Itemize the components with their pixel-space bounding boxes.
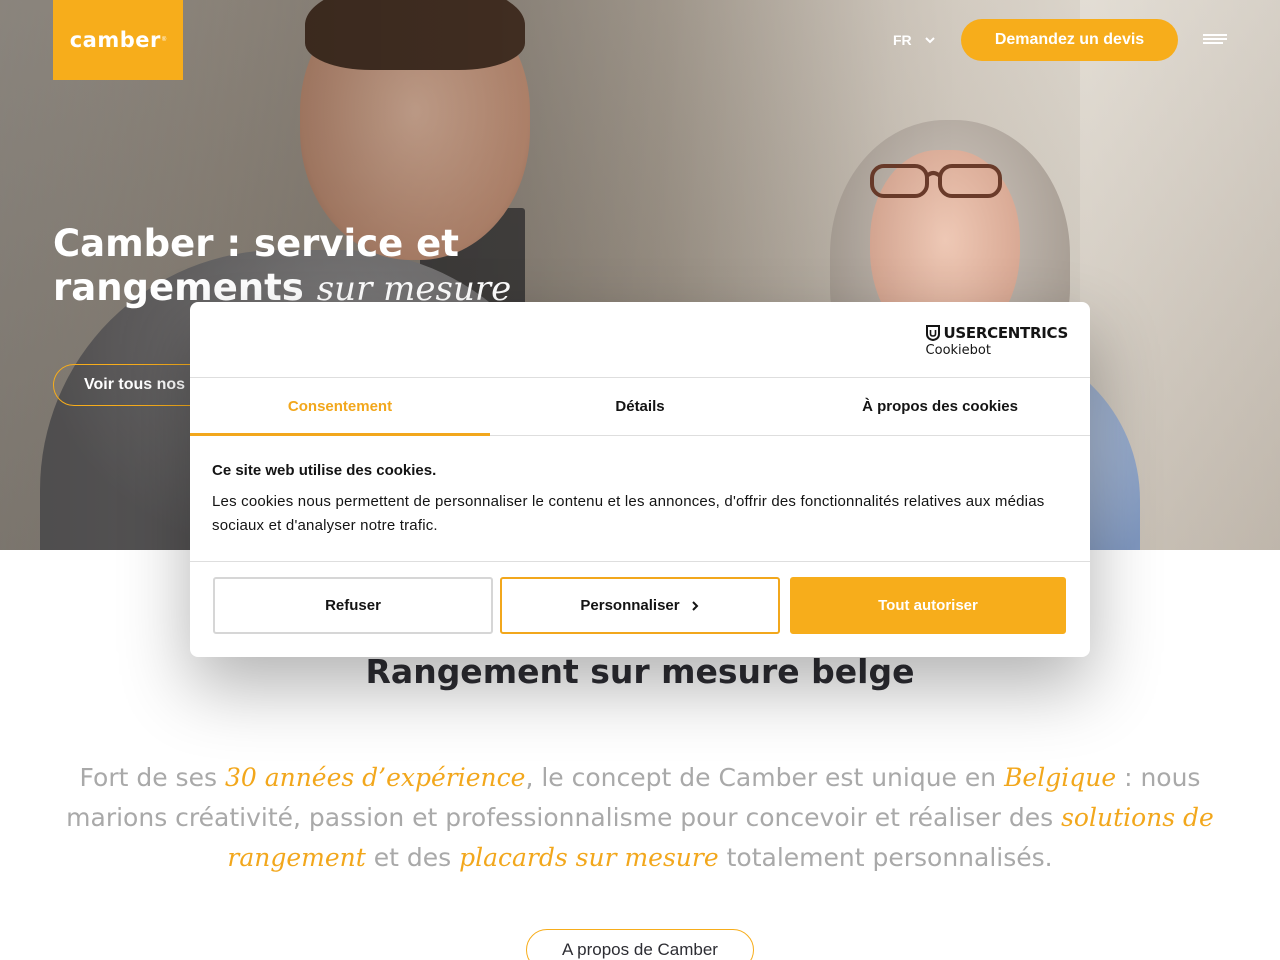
request-quote-button[interactable]: Demandez un devis: [961, 19, 1178, 61]
logo-text: camber: [69, 28, 161, 52]
refuse-cookies-label: Refuser: [325, 597, 381, 614]
intro-highlight: Belgique: [1004, 763, 1117, 792]
chevron-down-icon: [924, 37, 935, 44]
cookie-tabs: Consentement Détails À propos des cookie…: [190, 378, 1090, 436]
usercentrics-logo: USERCENTRICS: [925, 324, 1069, 342]
shield-icon: [925, 325, 940, 341]
language-selector[interactable]: FR: [893, 32, 936, 48]
language-label: FR: [893, 32, 912, 48]
tab-about-cookies[interactable]: À propos des cookies: [790, 378, 1090, 435]
intro-paragraph: Fort de ses 30 années d’expérience, le c…: [50, 758, 1230, 878]
intro-highlight: placards sur mesure: [459, 843, 719, 872]
hamburger-icon[interactable]: [1203, 34, 1227, 48]
hero-title: Camber : service et rangements sur mesur…: [53, 222, 573, 311]
allow-all-cookies-label: Tout autoriser: [878, 597, 978, 614]
customize-cookies-button[interactable]: Personnaliser: [500, 577, 780, 634]
tab-details[interactable]: Détails: [490, 378, 790, 435]
intro-highlight: 30 années d’expérience: [224, 763, 526, 792]
camber-logo[interactable]: camber ®: [53, 0, 183, 80]
intro-text: et des: [365, 843, 460, 872]
cookie-consent-dialog: USERCENTRICS Cookiebot Consentement Déta…: [190, 302, 1090, 657]
cookie-heading: Ce site web utilise des cookies.: [212, 462, 437, 479]
customize-cookies-label: Personnaliser: [580, 597, 680, 614]
tab-consent[interactable]: Consentement: [190, 378, 490, 436]
logo-mark: ®: [161, 37, 167, 43]
about-camber-button[interactable]: A propos de Camber: [526, 929, 754, 960]
cookiebot-name: Cookiebot: [925, 343, 991, 358]
intro-text: Fort de ses: [79, 763, 225, 792]
divider: [190, 561, 1090, 562]
intro-text: totalement personnalisés.: [718, 843, 1053, 872]
refuse-cookies-button[interactable]: Refuser: [213, 577, 493, 634]
usercentrics-name: USERCENTRICS: [943, 324, 1069, 342]
cookie-description: Les cookies nous permettent de personnal…: [212, 493, 1045, 534]
section-title: Rangement sur mesure belge: [365, 652, 915, 691]
intro-text: , le concept de Camber est unique en: [525, 763, 1005, 792]
chevron-right-icon: [691, 600, 699, 611]
cookiebot-brand: USERCENTRICS Cookiebot: [925, 324, 1069, 358]
allow-all-cookies-button[interactable]: Tout autoriser: [790, 577, 1066, 634]
